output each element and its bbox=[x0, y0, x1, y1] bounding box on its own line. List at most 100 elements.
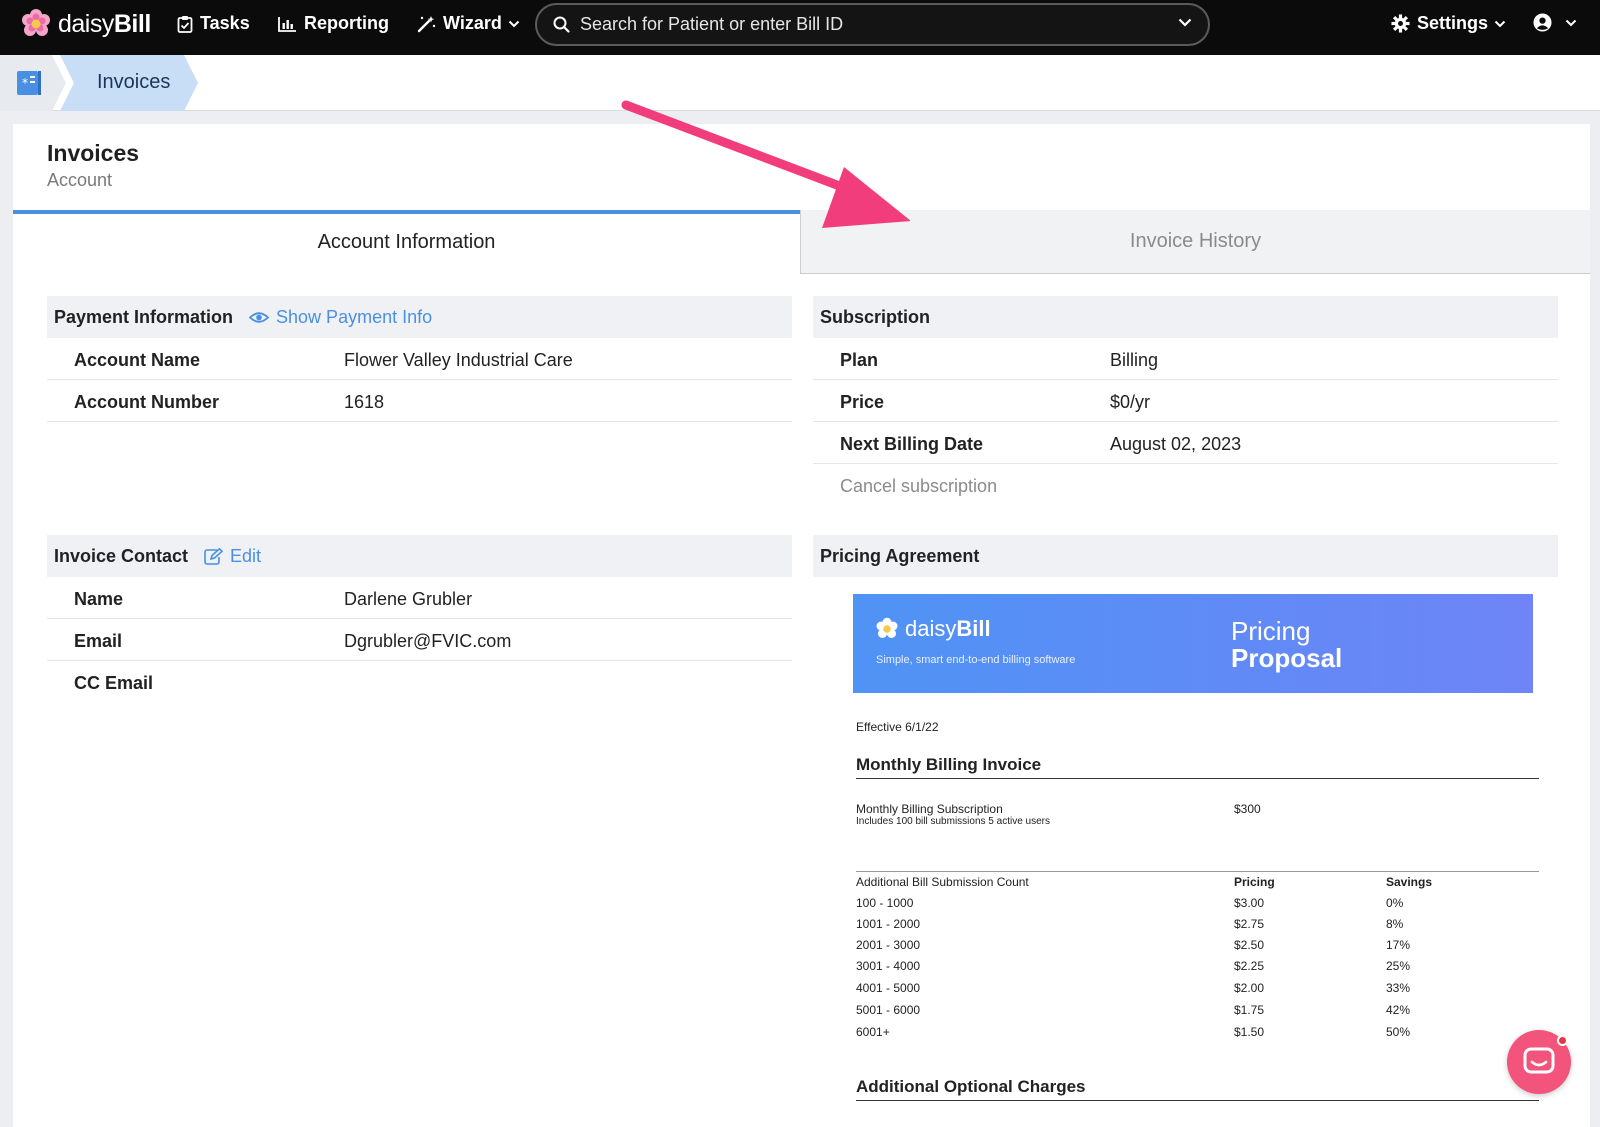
plan-label: Plan bbox=[840, 350, 879, 370]
tier-savings-cell: 50% bbox=[1386, 1025, 1411, 1039]
pricing-agreement-title: Pricing Agreement bbox=[820, 545, 980, 566]
cancel-subscription-link[interactable]: Cancel subscription bbox=[840, 476, 997, 497]
tier-price-cell: $2.50 bbox=[1234, 938, 1265, 952]
invoice-contact-section: Invoice Contact Edit Name Darlene Gruble… bbox=[47, 535, 792, 703]
contact-email-label: Email bbox=[74, 631, 123, 651]
page-subtitle: Account bbox=[47, 170, 113, 190]
user-avatar-icon bbox=[1533, 13, 1552, 32]
chat-notification-badge bbox=[1557, 1035, 1568, 1046]
account-number-value: 1618 bbox=[344, 392, 385, 412]
svg-text:*: * bbox=[22, 76, 28, 90]
nav-wizard-dropdown[interactable]: Wizard bbox=[417, 13, 520, 34]
tier-price-cell: $2.25 bbox=[1234, 959, 1265, 973]
contact-cc-email-row: CC Email bbox=[47, 661, 792, 703]
tier-price-cell: $2.00 bbox=[1234, 981, 1265, 995]
proposal-title-line1: Pricing bbox=[1231, 616, 1311, 646]
pricing-agreement-section: Pricing Agreement bbox=[813, 535, 1558, 577]
contact-name-row: Name Darlene Grubler bbox=[47, 577, 792, 619]
effective-date: Effective 6/1/22 bbox=[856, 720, 939, 734]
tier-price-cell: $2.75 bbox=[1234, 917, 1265, 931]
pricing-proposal-document: daisyBill Simple, smart end-to-end billi… bbox=[813, 580, 1558, 1127]
daisy-flower-icon bbox=[22, 9, 50, 36]
subscription-header: Subscription bbox=[813, 296, 1558, 338]
tier-price-cell: $3.00 bbox=[1234, 896, 1265, 910]
nav-settings-dropdown[interactable]: Settings bbox=[1391, 13, 1506, 34]
next-billing-date-value: August 02, 2023 bbox=[1110, 434, 1242, 454]
edit-contact-link[interactable]: Edit bbox=[204, 546, 261, 567]
chevron-down-icon bbox=[508, 20, 520, 27]
tier-table-divider bbox=[856, 871, 1539, 872]
search-input[interactable] bbox=[580, 14, 1140, 35]
tier-header-count: Additional Bill Submission Count bbox=[856, 875, 1029, 889]
magic-wand-icon bbox=[417, 15, 436, 32]
nav-tasks[interactable]: Tasks bbox=[177, 13, 250, 34]
page-title: Invoices bbox=[47, 140, 140, 166]
price-value: $0/yr bbox=[1110, 392, 1151, 412]
price-label: Price bbox=[840, 392, 885, 412]
proposal-title-line2: Proposal bbox=[1231, 643, 1343, 673]
proposal-brand-bold: Bill bbox=[956, 616, 991, 641]
daisy-flower-icon bbox=[876, 617, 898, 638]
chevron-down-icon bbox=[1565, 19, 1577, 26]
subscription-note: Includes 100 bill submissions 5 active u… bbox=[856, 816, 1050, 827]
nav-reporting[interactable]: Reporting bbox=[278, 13, 389, 34]
contact-email-value: Dgrubler@FVIC.com bbox=[344, 631, 512, 651]
payment-information-title: Payment Information bbox=[54, 306, 234, 327]
subscription-price: $300 bbox=[1234, 802, 1261, 816]
cancel-subscription-row: Cancel subscription bbox=[813, 464, 1558, 506]
tier-savings-cell: 17% bbox=[1386, 938, 1411, 952]
proposal-tagline: Simple, smart end-to-end billing softwar… bbox=[876, 654, 1076, 666]
tier-savings-cell: 42% bbox=[1386, 1003, 1411, 1017]
nav-wizard-label: Wizard bbox=[443, 13, 502, 33]
breadcrumb-invoices-label: Invoices bbox=[97, 71, 171, 93]
plan-value: Billing bbox=[1110, 350, 1159, 370]
contact-email-row: Email Dgrubler@FVIC.com bbox=[47, 619, 792, 661]
monthly-billing-heading: Monthly Billing Invoice bbox=[856, 755, 1539, 779]
next-billing-date-label: Next Billing Date bbox=[840, 434, 984, 454]
annotation-arrow-icon bbox=[621, 100, 910, 228]
account-name-row: Account Name Flower Valley Industrial Ca… bbox=[47, 338, 792, 380]
gear-icon bbox=[1391, 14, 1410, 33]
tier-savings-cell: 0% bbox=[1386, 896, 1404, 910]
proposal-banner: daisyBill Simple, smart end-to-end billi… bbox=[853, 594, 1533, 693]
show-payment-info-link[interactable]: Show Payment Info bbox=[249, 307, 432, 328]
nav-tasks-label: Tasks bbox=[200, 13, 250, 33]
price-row: Price $0/yr bbox=[813, 380, 1558, 422]
tier-count-cell: 4001 - 5000 bbox=[856, 981, 921, 995]
show-payment-info-label: Show Payment Info bbox=[276, 306, 433, 327]
contact-name-value: Darlene Grubler bbox=[344, 589, 473, 609]
tier-count-cell: 2001 - 3000 bbox=[856, 938, 921, 952]
bar-chart-icon bbox=[278, 16, 296, 32]
clipboard-check-icon bbox=[177, 15, 193, 33]
daisybill-logo[interactable]: daisyBill bbox=[20, 8, 151, 40]
brand-name-bold: Bill bbox=[113, 9, 151, 38]
invoice-document-icon: * bbox=[17, 71, 41, 95]
user-account-dropdown[interactable] bbox=[1533, 13, 1577, 32]
search-dropdown-chevron-icon[interactable] bbox=[1178, 18, 1192, 27]
account-name-value: Flower Valley Industrial Care bbox=[344, 350, 573, 370]
contact-cc-email-label: CC Email bbox=[74, 673, 154, 693]
subscription-section: Subscription Plan Billing Price $0/yr Ne… bbox=[813, 296, 1558, 506]
tier-header-savings: Savings bbox=[1386, 875, 1433, 889]
account-name-label: Account Name bbox=[74, 350, 201, 370]
nav-settings-label: Settings bbox=[1417, 13, 1489, 33]
invoice-contact-header: Invoice Contact Edit bbox=[47, 535, 792, 577]
proposal-brand-light: daisy bbox=[905, 616, 957, 641]
tier-price-cell: $1.50 bbox=[1234, 1025, 1265, 1039]
tier-savings-cell: 25% bbox=[1386, 959, 1411, 973]
eye-icon bbox=[249, 311, 270, 323]
next-billing-date-row: Next Billing Date August 02, 2023 bbox=[813, 422, 1558, 464]
patient-search-bar[interactable] bbox=[535, 3, 1210, 46]
proposal-logo: daisyBill bbox=[875, 616, 991, 642]
tab-invoice-history[interactable]: Invoice History bbox=[800, 210, 1590, 274]
plan-row: Plan Billing bbox=[813, 338, 1558, 380]
subscription-title: Subscription bbox=[820, 306, 931, 327]
nav-reporting-label: Reporting bbox=[304, 13, 389, 33]
tier-savings-cell: 33% bbox=[1386, 981, 1411, 995]
tier-count-cell: 100 - 1000 bbox=[856, 896, 914, 910]
chat-icon bbox=[1523, 1047, 1555, 1074]
chevron-down-icon bbox=[1494, 20, 1506, 27]
account-number-row: Account Number 1618 bbox=[47, 380, 792, 422]
contact-name-label: Name bbox=[74, 589, 124, 609]
tier-price-cell: $1.75 bbox=[1234, 1003, 1265, 1017]
